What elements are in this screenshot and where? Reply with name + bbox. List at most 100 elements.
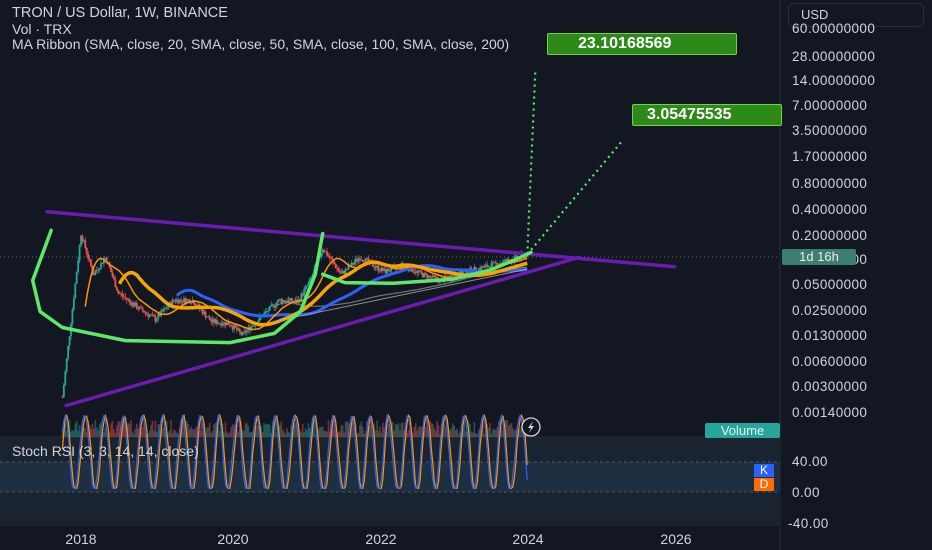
- candle-body: [68, 336, 71, 346]
- price-tick: 1.70000000: [792, 149, 868, 164]
- volume-bar: [376, 420, 378, 437]
- volume-bar: [450, 428, 453, 437]
- volume-bar: [470, 431, 473, 437]
- candle-body: [194, 304, 197, 306]
- candle-body: [117, 290, 120, 293]
- volume-bar: [284, 433, 287, 437]
- volume-bar: [98, 424, 101, 437]
- volume-bar: [176, 432, 178, 437]
- target-low-callout[interactable]: 3.05475535: [632, 104, 782, 126]
- countdown-badge: 1d 16h: [782, 249, 856, 265]
- volume-bar: [148, 430, 151, 437]
- candle-body: [267, 310, 270, 312]
- time-tick: 2018: [65, 531, 97, 547]
- volume-bar: [263, 422, 265, 437]
- candle-body: [123, 296, 125, 297]
- volume-bar: [463, 421, 466, 437]
- volume-badge: Volume: [705, 423, 780, 438]
- volume-bar: [402, 422, 404, 437]
- lightning-icon[interactable]: [521, 417, 541, 437]
- volume-bar: [156, 431, 158, 437]
- volume-bar: [206, 427, 208, 437]
- volume-bar: [110, 423, 112, 437]
- price-tick: 0.01300000: [792, 328, 868, 343]
- volume-bar: [246, 423, 248, 437]
- volume-bar: [509, 424, 511, 437]
- candle-body: [84, 240, 87, 249]
- volume-bar: [377, 430, 380, 437]
- candle-body: [334, 264, 337, 268]
- volume-legend: Vol · TRX: [12, 21, 72, 37]
- volume-bar: [494, 429, 497, 437]
- candle-body: [67, 345, 70, 359]
- candle-body: [377, 265, 380, 271]
- volume-bar: [307, 423, 310, 437]
- volume-bar: [71, 430, 74, 437]
- time-tick: 2024: [512, 531, 544, 547]
- candle-body: [115, 287, 118, 291]
- volume-bar: [224, 421, 227, 437]
- volume-bar: [283, 431, 285, 437]
- volume-bar: [211, 430, 214, 437]
- volume-bar: [340, 425, 343, 437]
- price-tick: 0.00300000: [792, 379, 868, 394]
- candle-body: [424, 272, 427, 274]
- candle-body: [268, 306, 271, 311]
- volume-bar: [483, 433, 486, 437]
- candle-body: [361, 259, 364, 262]
- volume-bar: [487, 427, 490, 437]
- volume-bar: [489, 422, 491, 437]
- candle-body: [246, 330, 248, 333]
- volume-bar: [443, 423, 446, 437]
- stoch-rsi-legend: Stoch RSI (3, 3, 14, 14, close): [12, 443, 199, 459]
- candle-body: [85, 248, 88, 254]
- candle-body: [326, 251, 328, 256]
- volume-bar: [512, 428, 514, 437]
- price-tick: 0.20000000: [792, 228, 868, 243]
- volume-bar: [280, 421, 283, 437]
- price-tick: 0.02500000: [792, 303, 868, 318]
- volume-bar: [472, 432, 474, 437]
- volume-bar: [304, 428, 307, 437]
- candle-body: [145, 312, 148, 315]
- candle-body: [277, 299, 280, 303]
- chart-title: TRON / US Dollar, 1W, BINANCE: [12, 5, 228, 21]
- candle-body: [483, 265, 486, 268]
- volume-bar: [507, 425, 510, 437]
- volume-bar: [452, 423, 454, 437]
- volume-bar: [473, 422, 476, 437]
- price-tick: 0.05000000: [792, 277, 868, 292]
- volume-bar: [267, 424, 270, 437]
- rsi-tick: 0.00: [792, 485, 820, 500]
- target-high-callout[interactable]: 23.10168569: [547, 33, 737, 55]
- volume-bar: [510, 422, 513, 437]
- volume-bar: [400, 423, 403, 437]
- rsi-tick: -40.00: [788, 516, 829, 531]
- volume-bar: [323, 430, 325, 437]
- volume-bar: [453, 425, 456, 437]
- candle-body: [327, 255, 330, 257]
- volume-bar: [339, 431, 341, 437]
- volume-bar: [90, 428, 92, 437]
- candle-body: [307, 282, 310, 286]
- volume-bar: [361, 426, 364, 437]
- volume-bar: [115, 425, 118, 437]
- volume-bar: [363, 433, 365, 437]
- volume-bar: [381, 422, 384, 437]
- volume-bar: [357, 432, 360, 437]
- volume-bar: [436, 421, 438, 437]
- volume-bar: [213, 424, 215, 437]
- volume-bar: [268, 425, 271, 437]
- volume-bar: [78, 424, 81, 437]
- candle-body: [153, 314, 155, 317]
- volume-bar: [493, 429, 496, 437]
- volume-bar: [133, 433, 135, 437]
- volume-bar: [301, 424, 304, 437]
- volume-bar: [207, 427, 210, 437]
- volume-bar: [190, 426, 192, 437]
- volume-bar: [237, 431, 240, 437]
- volume-bar: [247, 425, 250, 437]
- volume-bar: [130, 420, 132, 437]
- price-tick: 0.80000000: [792, 176, 868, 191]
- volume-bar: [153, 431, 155, 437]
